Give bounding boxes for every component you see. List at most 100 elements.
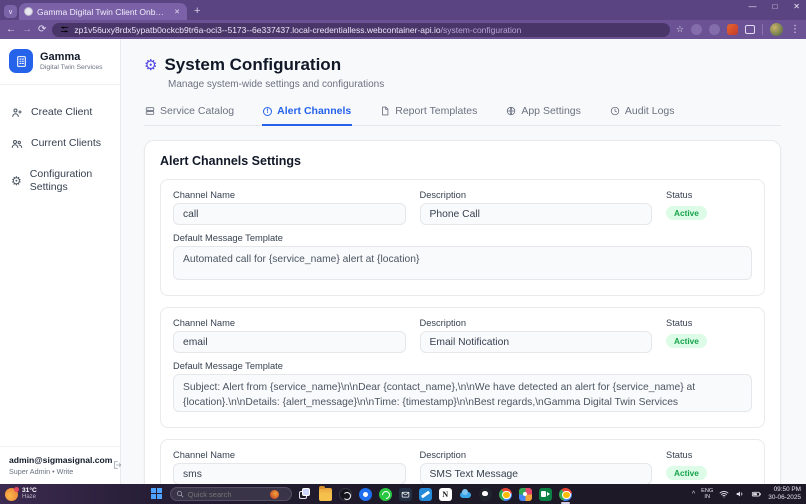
- file-explorer-icon[interactable]: [319, 488, 332, 501]
- template-textarea[interactable]: Automated call for {service_name} alert …: [173, 246, 752, 280]
- volume-icon[interactable]: [735, 489, 745, 499]
- status-badge: Active: [666, 334, 707, 348]
- tab-close-icon[interactable]: ✕: [172, 7, 182, 17]
- document-icon: [380, 106, 390, 116]
- quick-search-input[interactable]: [188, 490, 266, 499]
- language-indicator[interactable]: ENG IN: [701, 488, 713, 500]
- template-label: Default Message Template: [173, 361, 752, 371]
- logout-icon[interactable]: [112, 457, 122, 475]
- close-button[interactable]: ✕: [793, 2, 800, 11]
- vscode-icon[interactable]: [419, 488, 432, 501]
- sidebar-item-current-clients[interactable]: Current Clients: [0, 128, 120, 159]
- tab-report-templates[interactable]: Report Templates: [379, 103, 478, 126]
- url-text: zp1v56uxy8rdx5ypatb0ockcb9tr6a-oci3--517…: [74, 25, 521, 35]
- github-icon[interactable]: [479, 488, 492, 501]
- template-label: Default Message Template: [173, 233, 752, 243]
- sidebar-item-label: Create Client: [31, 106, 92, 119]
- sidebar-nav: Create Client Current Clients ⚙ Configur…: [0, 85, 120, 216]
- globe-icon: [506, 106, 516, 116]
- extension-icon-1[interactable]: [691, 24, 702, 35]
- whatsapp-icon[interactable]: [379, 488, 392, 501]
- browser-toolbar: ← → ⟳ zp1v56uxy8rdx5ypatb0ockcb9tr6a-oci…: [0, 20, 806, 39]
- description-label: Description: [420, 190, 653, 200]
- minimize-button[interactable]: —: [748, 2, 756, 11]
- user-role: Super Admin • Write: [9, 467, 112, 476]
- browser-tab[interactable]: Gamma Digital Twin Client Onboarding ✕: [19, 3, 187, 20]
- browser-menu-icon[interactable]: ⋮: [790, 24, 800, 35]
- cloud-app-icon[interactable]: [459, 488, 472, 501]
- settings-gear-icon: ⚙: [144, 58, 157, 73]
- brand-tagline: Digital Twin Services: [40, 64, 103, 71]
- maximize-button[interactable]: □: [772, 2, 777, 11]
- comet-icon: [270, 490, 279, 499]
- system-tray: ^ ENG IN 09:50 PM 30-06-2025: [692, 486, 801, 502]
- photos-icon[interactable]: [519, 488, 532, 501]
- start-button[interactable]: [151, 488, 163, 500]
- mail-icon[interactable]: [399, 488, 412, 501]
- back-icon[interactable]: ←: [6, 25, 16, 35]
- extension-icon-3[interactable]: [727, 24, 738, 35]
- page-header: ⚙ System Configuration: [144, 55, 781, 75]
- tab-app-settings[interactable]: App Settings: [505, 103, 582, 126]
- channel-description-input[interactable]: [420, 331, 653, 353]
- profile-avatar[interactable]: [770, 23, 783, 36]
- channel-card-call: Channel Name Description Status Active: [160, 179, 765, 296]
- brand-name: Gamma: [40, 51, 103, 64]
- forward-icon[interactable]: →: [22, 25, 32, 35]
- description-label: Description: [420, 450, 653, 460]
- channel-name-label: Channel Name: [173, 450, 406, 460]
- channel-name-label: Channel Name: [173, 190, 406, 200]
- page-title: System Configuration: [164, 55, 341, 75]
- chrome-active-window-icon[interactable]: [559, 488, 572, 501]
- tab-search-chevron-icon[interactable]: ∨: [4, 5, 17, 18]
- bookmark-star-icon[interactable]: ☆: [676, 24, 684, 35]
- channel-name-input[interactable]: [173, 331, 406, 353]
- clock[interactable]: 09:50 PM 30-06-2025: [768, 486, 801, 502]
- battery-icon[interactable]: [751, 489, 762, 499]
- tab-service-catalog[interactable]: Service Catalog: [144, 103, 235, 126]
- task-view-icon[interactable]: [299, 488, 312, 501]
- reload-icon[interactable]: ⟳: [38, 25, 46, 35]
- page-subtitle: Manage system-wide settings and configur…: [168, 79, 781, 90]
- channel-name-input[interactable]: [173, 463, 406, 484]
- channel-name-input[interactable]: [173, 203, 406, 225]
- tab-alert-channels[interactable]: ! Alert Channels: [262, 103, 352, 126]
- browser-chrome: ∨ Gamma Digital Twin Client Onboarding ✕…: [0, 0, 806, 39]
- tab-label: App Settings: [521, 105, 581, 117]
- quick-search[interactable]: [170, 487, 292, 501]
- status-label: Status: [666, 450, 752, 460]
- meet-icon[interactable]: [539, 488, 552, 501]
- template-textarea[interactable]: Subject: Alert from {service_name}\n\nDe…: [173, 374, 752, 412]
- alert-channels-panel: Alert Channels Settings Channel Name Des…: [144, 140, 781, 484]
- tray-time: 09:50 PM: [774, 486, 801, 494]
- main-content: ⚙ System Configuration Manage system-wid…: [121, 39, 806, 484]
- person-plus-icon: [11, 107, 23, 119]
- chevron-down-icon: ∨: [8, 8, 13, 16]
- sidebar-item-create-client[interactable]: Create Client: [0, 97, 120, 128]
- sidebar-item-configuration-settings[interactable]: ⚙ Configuration Settings: [0, 159, 120, 203]
- toolbar-icons: ☆ ⋮: [676, 23, 800, 36]
- search-icon: [176, 490, 184, 498]
- alert-circle-icon: !: [263, 107, 272, 116]
- address-bar[interactable]: zp1v56uxy8rdx5ypatb0ockcb9tr6a-oci3--517…: [52, 23, 670, 37]
- url-path: /system-configuration: [441, 25, 522, 35]
- brand-logo-icon: [9, 49, 33, 73]
- toolbar-divider: [762, 24, 763, 35]
- site-settings-icon[interactable]: [60, 25, 69, 34]
- tab-audit-logs[interactable]: Audit Logs: [609, 103, 676, 126]
- new-tab-button[interactable]: +: [194, 5, 200, 17]
- channel-description-input[interactable]: [420, 463, 653, 484]
- weather-widget[interactable]: 31°C Haze: [5, 487, 37, 501]
- tab-title: Gamma Digital Twin Client Onboarding: [37, 7, 168, 17]
- tab-favicon-icon: [24, 7, 33, 16]
- notion-icon[interactable]: N: [439, 488, 452, 501]
- blue-app-icon[interactable]: [359, 488, 372, 501]
- tray-chevron-icon[interactable]: ^: [692, 491, 695, 498]
- dark-browser-icon[interactable]: [339, 488, 352, 501]
- channel-description-input[interactable]: [420, 203, 653, 225]
- chrome-icon[interactable]: [499, 488, 512, 501]
- side-panel-icon[interactable]: [745, 25, 755, 34]
- extension-icon-2[interactable]: [709, 24, 720, 35]
- wifi-icon[interactable]: [719, 489, 729, 499]
- brand: Gamma Digital Twin Services: [0, 39, 120, 85]
